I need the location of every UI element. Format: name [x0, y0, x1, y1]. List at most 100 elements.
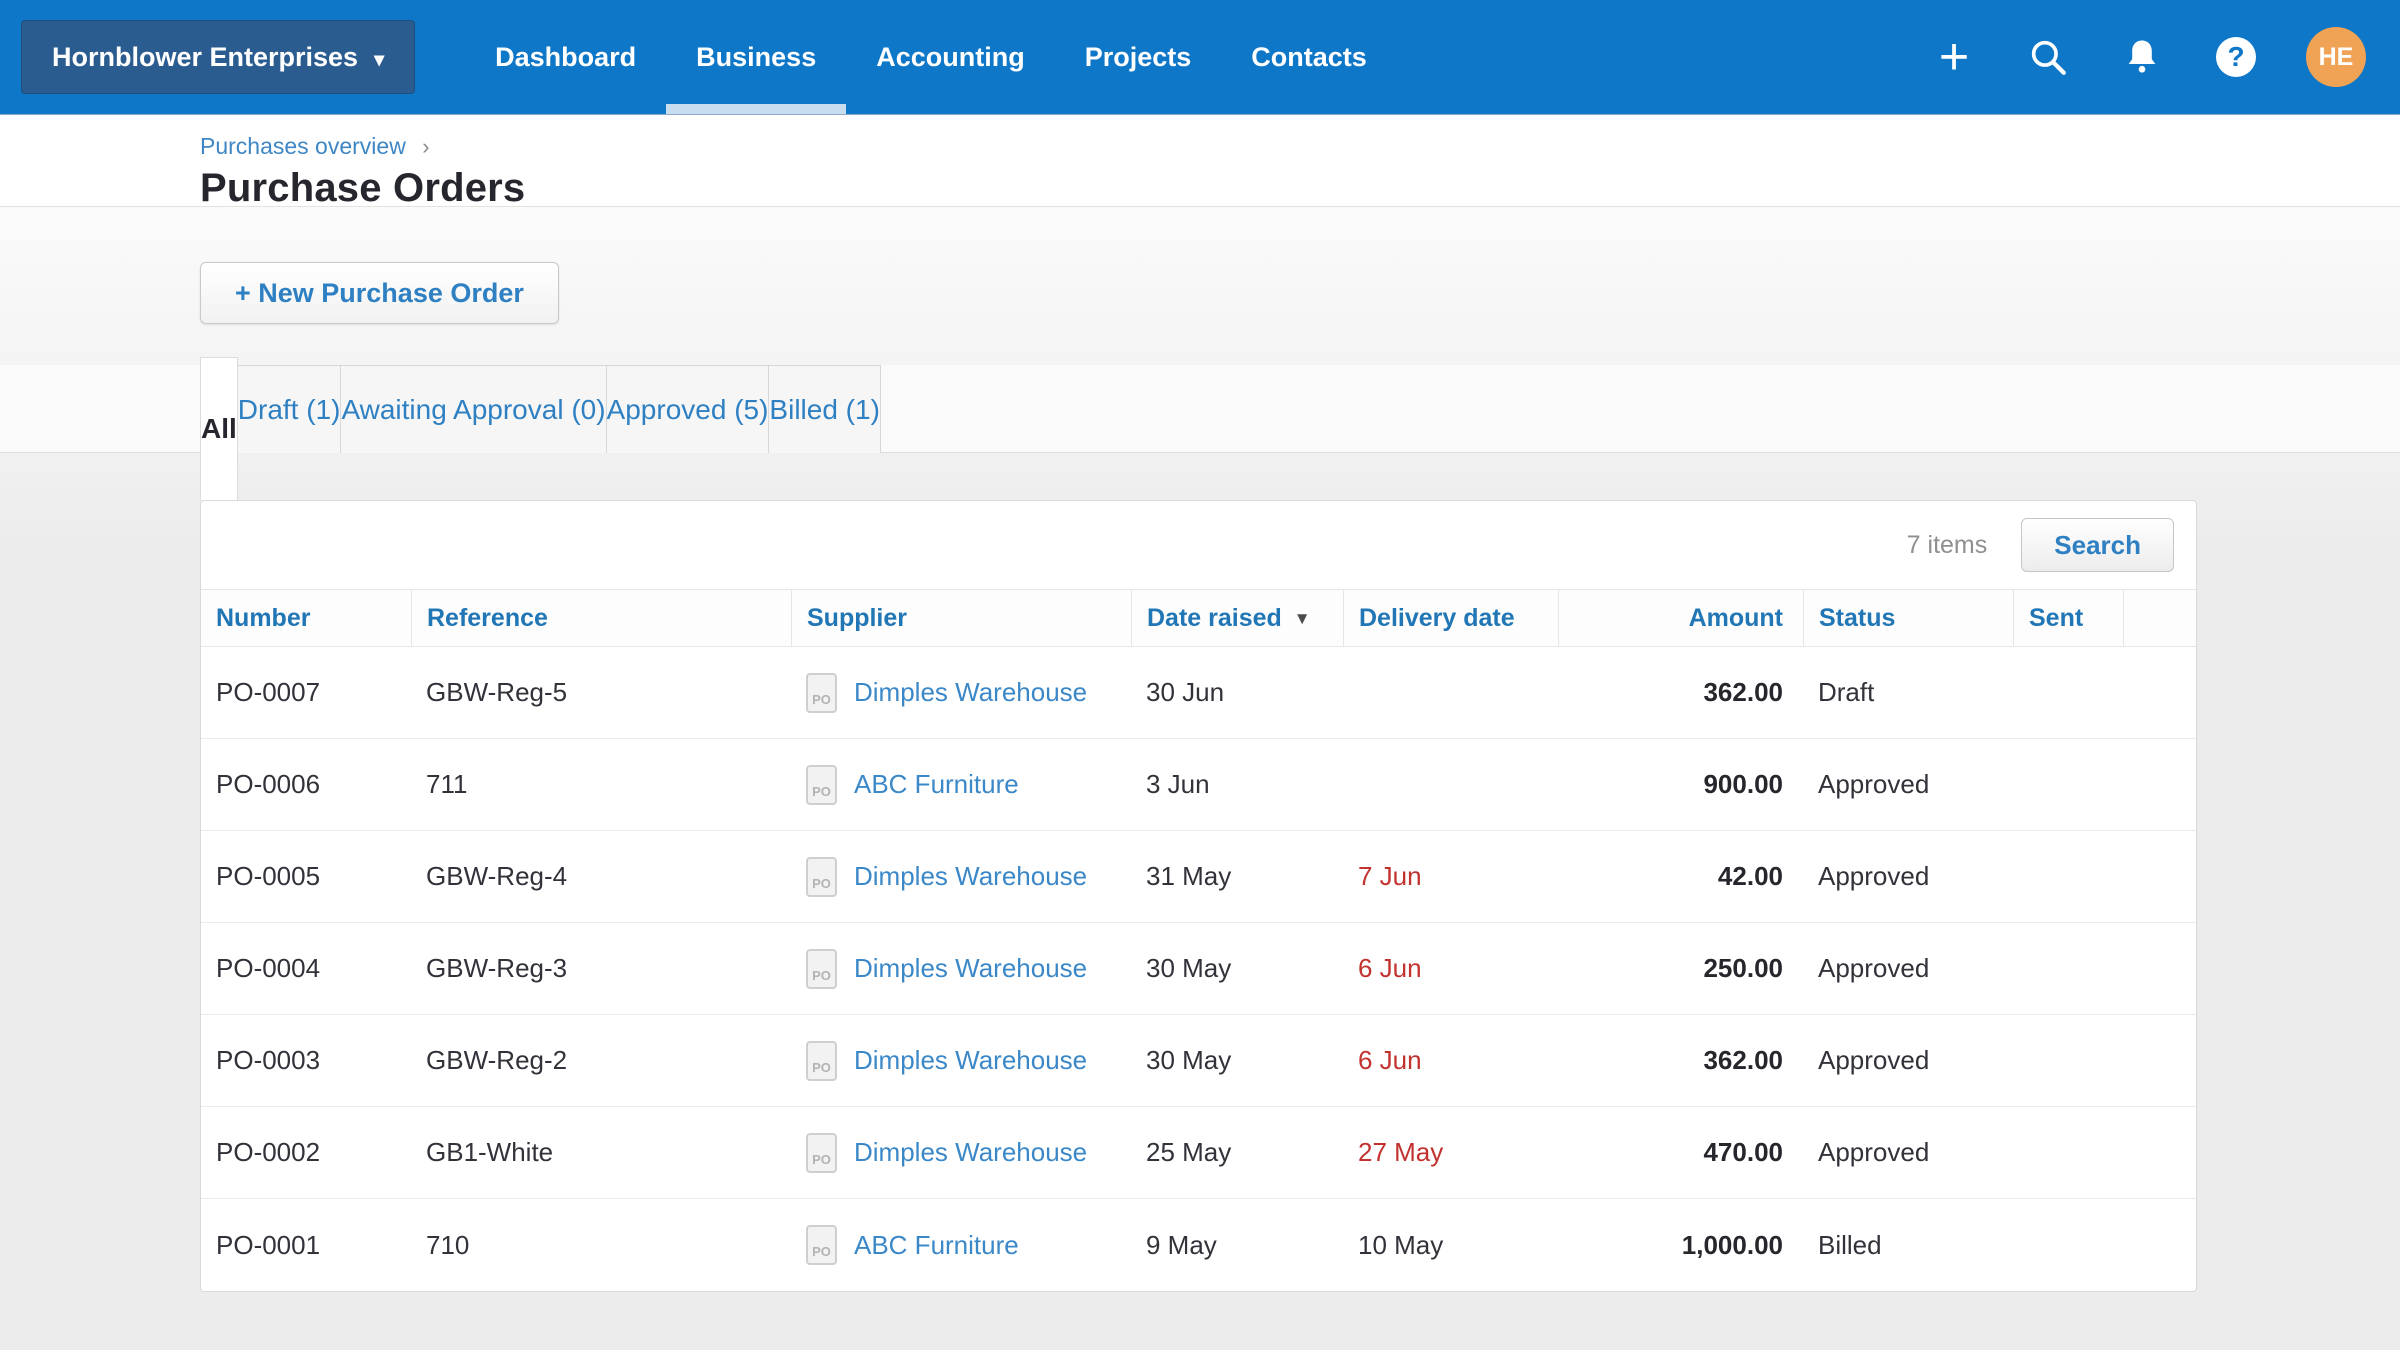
user-avatar[interactable]: HE — [2306, 27, 2366, 87]
notifications-button[interactable] — [2118, 33, 2166, 81]
new-purchase-order-button[interactable]: + New Purchase Order — [200, 262, 559, 324]
column-header-supplier[interactable]: Supplier — [791, 590, 1131, 646]
column-header-date-raised[interactable]: Date raised ▼ — [1131, 590, 1343, 646]
nav-item-label: Business — [696, 42, 816, 73]
purchase-order-doc-icon: PO — [806, 673, 837, 713]
nav-item-label: Dashboard — [495, 42, 636, 73]
column-header-status[interactable]: Status — [1803, 590, 2013, 646]
table-row[interactable]: PO-0003 GBW-Reg-2 PO Dimples Warehouse 3… — [201, 1015, 2196, 1107]
column-header-amount[interactable]: Amount — [1558, 590, 1803, 646]
breadcrumb-separator-icon: › — [422, 134, 429, 159]
supplier-link[interactable]: ABC Furniture — [854, 769, 1019, 800]
amount-cell: 42.00 — [1558, 831, 1803, 922]
spacer-cell — [2123, 923, 2196, 1014]
status-tab-label: Awaiting Approval (0) — [341, 394, 605, 426]
breadcrumb-link-purchases-overview[interactable]: Purchases overview — [200, 133, 406, 159]
status-tab[interactable]: All — [200, 357, 238, 500]
delivery-date-cell: 10 May — [1343, 1199, 1558, 1291]
nav-item[interactable]: Projects — [1055, 0, 1222, 114]
help-icon: ? — [2216, 37, 2256, 77]
supplier-link[interactable]: Dimples Warehouse — [854, 861, 1087, 892]
delivery-date-cell: 6 Jun — [1343, 1015, 1558, 1106]
supplier-cell: PO ABC Furniture — [791, 1199, 1131, 1291]
delivery-date-cell: 27 May — [1343, 1107, 1558, 1198]
status-cell: Approved — [1803, 1015, 2013, 1106]
nav-item[interactable]: Contacts — [1221, 0, 1397, 114]
reference-cell: 710 — [411, 1199, 791, 1291]
status-tab[interactable]: Billed (1) — [769, 365, 880, 453]
status-tabs: All Draft (1) Awaiting Approval (0) Appr… — [0, 365, 2400, 453]
sent-cell — [2013, 1107, 2123, 1198]
table-row[interactable]: PO-0007 GBW-Reg-5 PO Dimples Warehouse 3… — [201, 647, 2196, 739]
sent-cell — [2013, 647, 2123, 738]
supplier-link[interactable]: Dimples Warehouse — [854, 677, 1087, 708]
nav-item[interactable]: Business — [666, 0, 846, 114]
po-number-cell: PO-0004 — [201, 923, 411, 1014]
table-row[interactable]: PO-0004 GBW-Reg-3 PO Dimples Warehouse 3… — [201, 923, 2196, 1015]
sent-cell — [2013, 1015, 2123, 1106]
supplier-link[interactable]: Dimples Warehouse — [854, 1137, 1087, 1168]
create-new-button[interactable]: + — [1930, 33, 1978, 81]
nav-item-label: Projects — [1085, 42, 1192, 73]
org-switcher-button[interactable]: Hornblower Enterprises ▾ — [21, 20, 415, 94]
status-tab[interactable]: Awaiting Approval (0) — [341, 365, 606, 453]
nav-item[interactable]: Dashboard — [465, 0, 666, 114]
amount-cell: 900.00 — [1558, 739, 1803, 830]
table-search-button[interactable]: Search — [2021, 518, 2174, 572]
sort-descending-icon: ▼ — [1294, 607, 1311, 629]
purchase-order-doc-icon: PO — [806, 949, 837, 989]
sent-cell — [2013, 831, 2123, 922]
date-raised-cell: 30 May — [1131, 1015, 1343, 1106]
reference-cell: 711 — [411, 739, 791, 830]
column-header-sent[interactable]: Sent — [2013, 590, 2123, 646]
page-title: Purchase Orders — [200, 166, 2400, 211]
status-cell: Approved — [1803, 923, 2013, 1014]
main-content: + New Purchase Order All Draft (1) Await… — [0, 207, 2400, 1350]
table-row[interactable]: PO-0006 711 PO ABC Furniture 3 Jun 900.0… — [201, 739, 2196, 831]
reference-cell: GB1-White — [411, 1107, 791, 1198]
primary-nav: Dashboard Business Accounting Projects C… — [465, 0, 1397, 114]
supplier-link[interactable]: ABC Furniture — [854, 1230, 1019, 1261]
delivery-date-cell — [1343, 739, 1558, 830]
table-row[interactable]: PO-0002 GB1-White PO Dimples Warehouse 2… — [201, 1107, 2196, 1199]
column-header-spacer — [2123, 590, 2196, 646]
column-header-delivery-date[interactable]: Delivery date — [1343, 590, 1558, 646]
nav-item[interactable]: Accounting — [846, 0, 1055, 114]
supplier-link[interactable]: Dimples Warehouse — [854, 1045, 1087, 1076]
table-row[interactable]: PO-0005 GBW-Reg-4 PO Dimples Warehouse 3… — [201, 831, 2196, 923]
po-table-body: PO-0007 GBW-Reg-5 PO Dimples Warehouse 3… — [201, 647, 2196, 1291]
spacer-cell — [2123, 831, 2196, 922]
reference-cell: GBW-Reg-5 — [411, 647, 791, 738]
status-cell: Approved — [1803, 739, 2013, 830]
amount-cell: 362.00 — [1558, 647, 1803, 738]
purchase-order-doc-icon: PO — [806, 1133, 837, 1173]
table-row[interactable]: PO-0001 710 PO ABC Furniture 9 May 10 Ma… — [201, 1199, 2196, 1291]
supplier-cell: PO Dimples Warehouse — [791, 1107, 1131, 1198]
spacer-cell — [2123, 1015, 2196, 1106]
page-header: Purchases overview › Purchase Orders — [0, 115, 2400, 207]
nav-item-label: Accounting — [876, 42, 1025, 73]
delivery-date-cell: 6 Jun — [1343, 923, 1558, 1014]
search-button[interactable] — [2024, 33, 2072, 81]
status-cell: Approved — [1803, 831, 2013, 922]
supplier-cell: PO Dimples Warehouse — [791, 831, 1131, 922]
column-header-reference[interactable]: Reference — [411, 590, 791, 646]
search-icon — [2027, 36, 2069, 78]
supplier-link[interactable]: Dimples Warehouse — [854, 953, 1087, 984]
reference-cell: GBW-Reg-2 — [411, 1015, 791, 1106]
table-header-row: Number Reference Supplier Date raised ▼ … — [201, 589, 2196, 647]
column-header-number[interactable]: Number — [201, 590, 411, 646]
status-tab[interactable]: Approved (5) — [607, 365, 770, 453]
po-number-cell: PO-0007 — [201, 647, 411, 738]
table-toolbar: 7 items Search — [201, 501, 2196, 589]
status-tab-label: All — [201, 413, 237, 445]
status-tab[interactable]: Draft (1) — [238, 365, 342, 453]
date-raised-cell: 31 May — [1131, 831, 1343, 922]
spacer-cell — [2123, 1199, 2196, 1291]
breadcrumb: Purchases overview › — [200, 133, 2400, 160]
status-cell: Approved — [1803, 1107, 2013, 1198]
help-button[interactable]: ? — [2212, 33, 2260, 81]
date-raised-cell: 25 May — [1131, 1107, 1343, 1198]
reference-cell: GBW-Reg-4 — [411, 831, 791, 922]
amount-cell: 470.00 — [1558, 1107, 1803, 1198]
